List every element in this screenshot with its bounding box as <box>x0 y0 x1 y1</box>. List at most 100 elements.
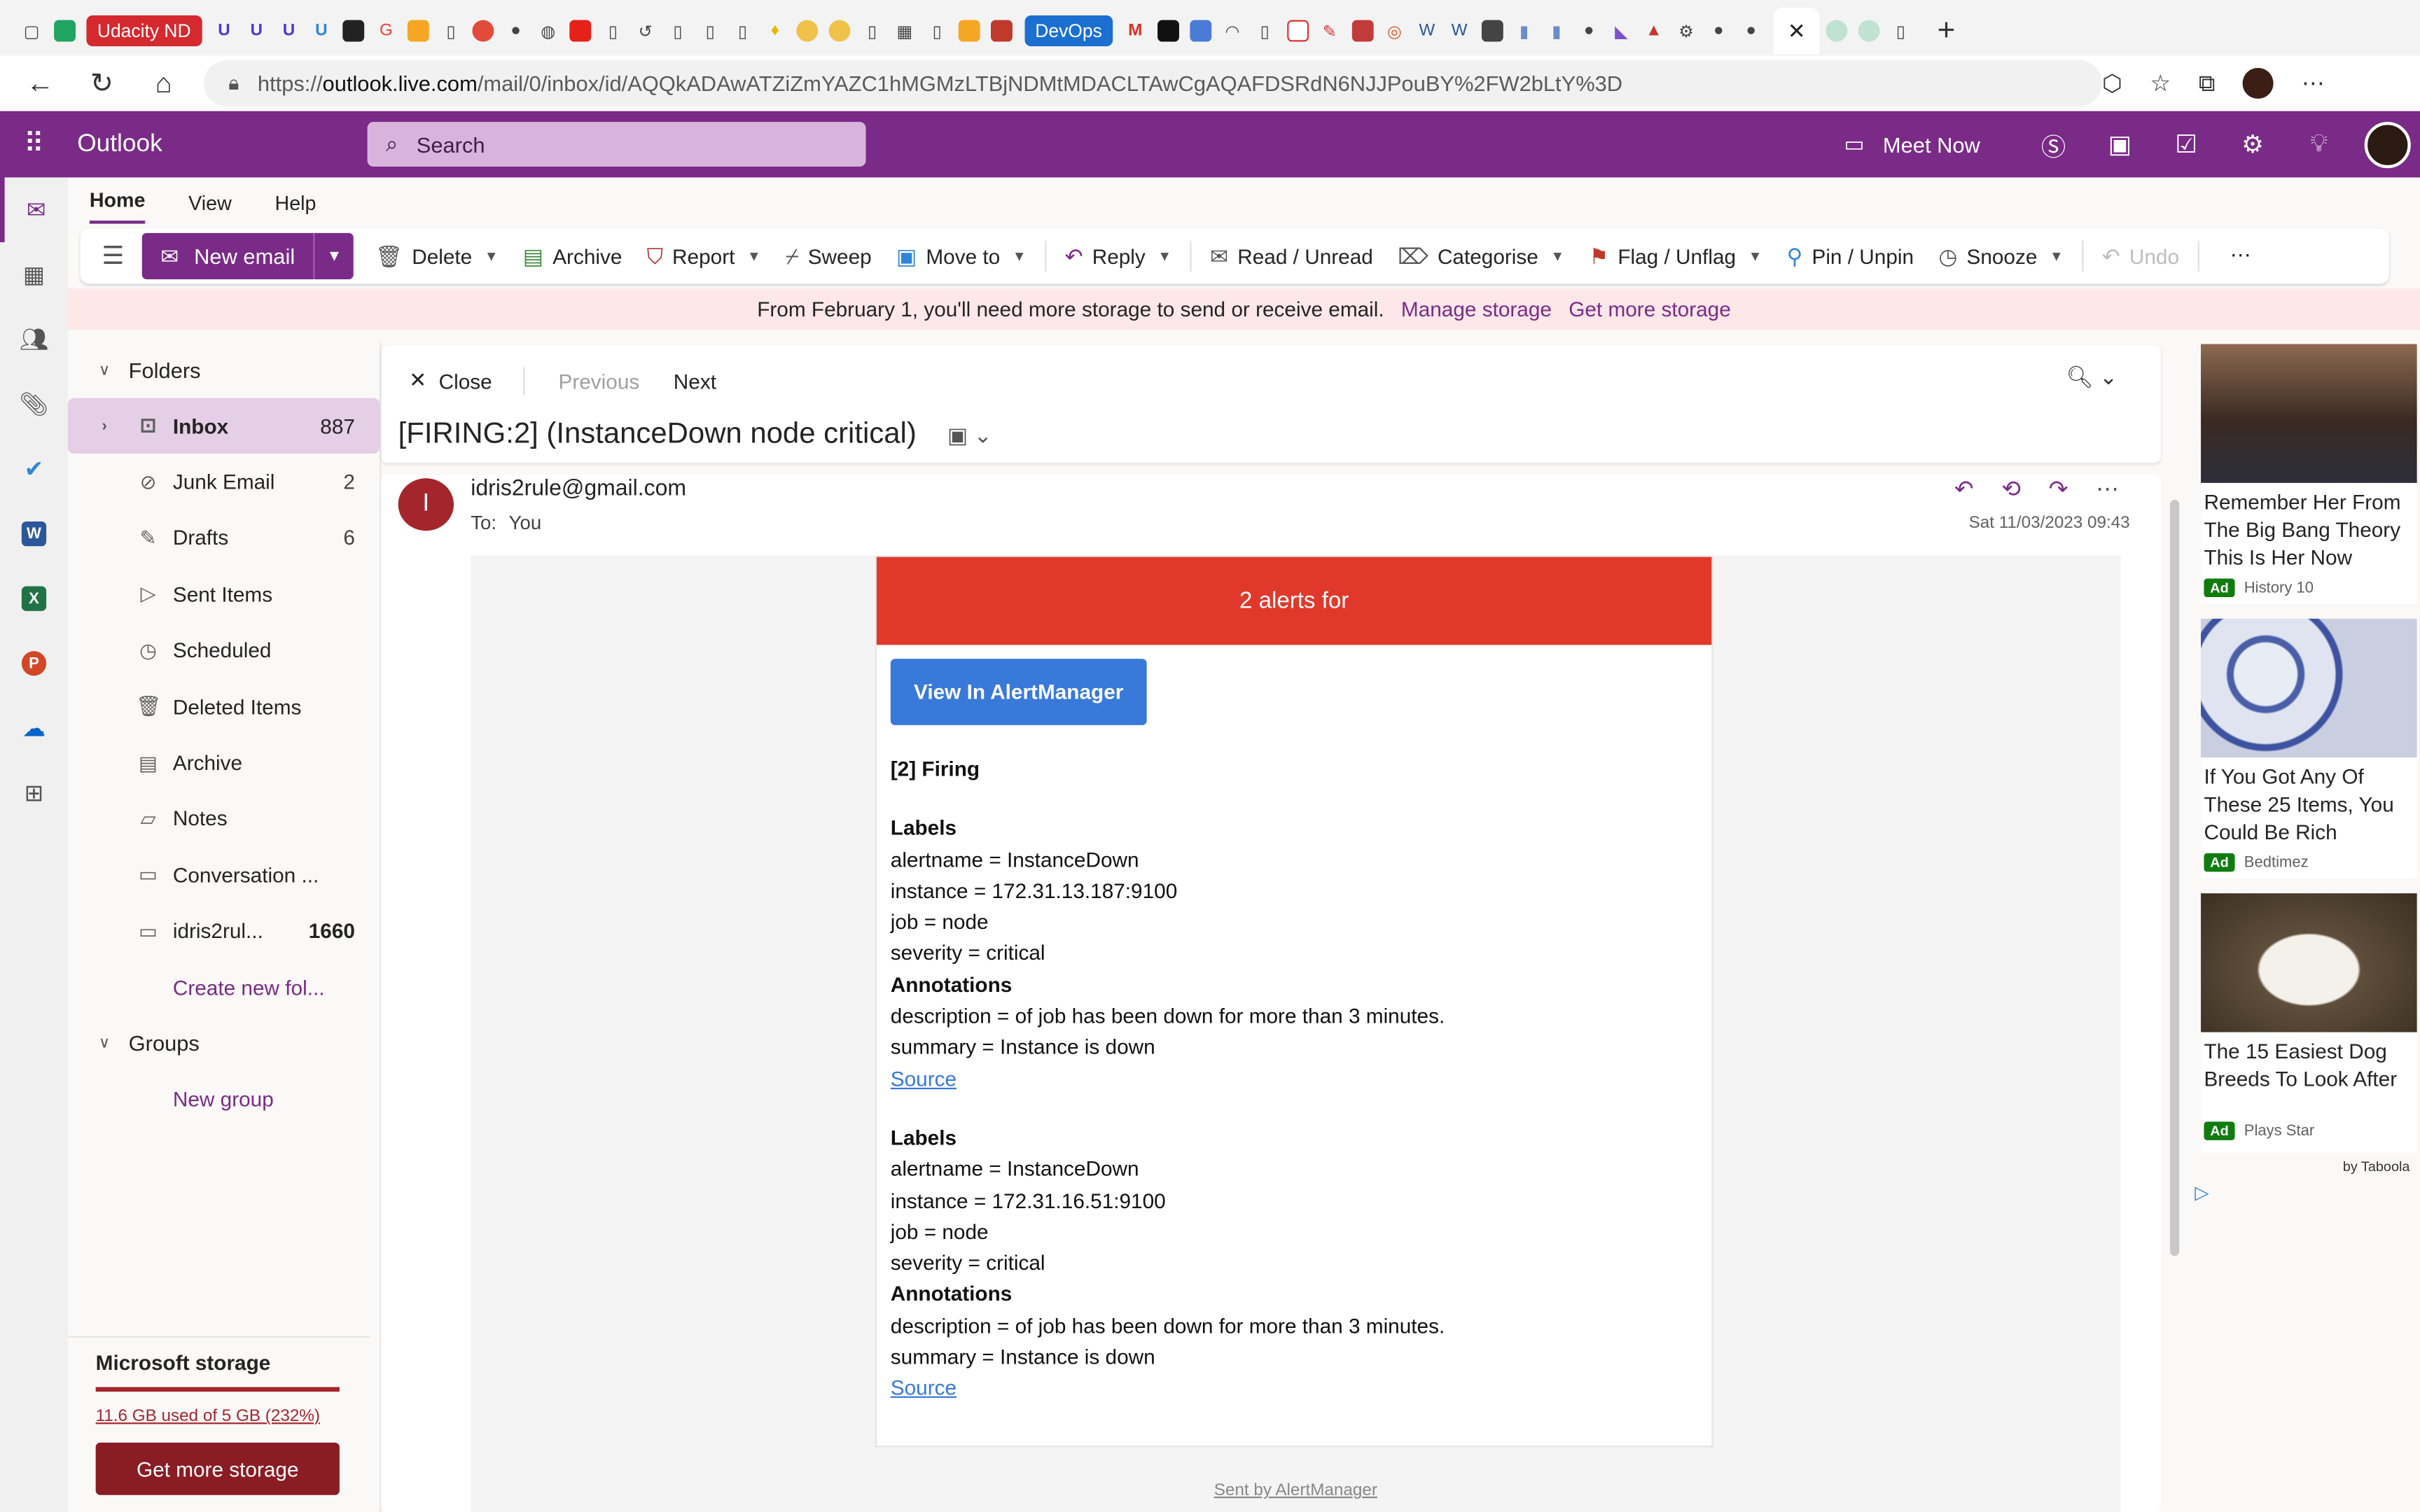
powerpoint-icon[interactable]: P <box>0 631 68 696</box>
tab-page-icon[interactable]: ▯ <box>1884 13 1917 50</box>
folder-junk[interactable]: ⊘ Junk Email 2 <box>68 454 380 510</box>
tab-page-icon[interactable]: ▯ <box>435 13 467 50</box>
tab-page-icon[interactable]: ▯ <box>856 13 889 50</box>
chevron-down-icon[interactable]: ▼ <box>1157 248 1171 264</box>
tab-page-icon[interactable]: ▯ <box>726 13 758 50</box>
tab-active-close-icon[interactable]: ✕ <box>1773 8 1820 55</box>
snooze-button[interactable]: ◷ Snooze ▼ <box>1926 233 2076 279</box>
tab-k-icon[interactable] <box>1151 13 1183 50</box>
tab-github-icon[interactable]: ● <box>1573 13 1605 50</box>
search-input[interactable]: ⌕ Search <box>367 122 866 167</box>
tab-history-icon[interactable]: ↺ <box>630 13 662 50</box>
attachment-icon[interactable]: 📎︎ <box>0 372 68 437</box>
home-icon[interactable]: ⌂ <box>133 59 195 108</box>
tab-help[interactable]: Help <box>275 191 317 223</box>
ad-card[interactable]: If You Got Any Of These 25 Items, You Co… <box>2201 618 2417 878</box>
reply-icon[interactable]: ↶ <box>1954 475 1974 503</box>
settings-icon[interactable]: ⚙ <box>2219 129 2286 160</box>
folders-header[interactable]: ∨ Folders <box>68 342 380 398</box>
chevron-down-icon[interactable]: ▼ <box>485 248 499 264</box>
folder-inbox[interactable]: › ⊡ Inbox 887 <box>67 398 380 454</box>
tab-gmail-icon[interactable]: M <box>1119 13 1151 50</box>
tab-devops[interactable]: DevOps <box>1024 15 1113 47</box>
tab-udacity-icon[interactable]: U <box>208 13 240 50</box>
onedrive-icon[interactable]: ☁ <box>0 696 68 761</box>
chevron-down-icon[interactable]: ▼ <box>747 248 761 264</box>
favorites-icon[interactable]: ☆ <box>2150 69 2171 97</box>
more-apps-icon[interactable]: ⊞ <box>0 761 68 826</box>
tab-box-icon[interactable] <box>403 13 435 50</box>
tab-docs-icon[interactable] <box>1184 13 1216 50</box>
folder-drafts[interactable]: ✎ Drafts 6 <box>68 510 380 566</box>
tips-icon[interactable]: 💡︎ <box>2286 130 2352 158</box>
people-icon[interactable]: 👥︎ <box>0 307 68 372</box>
tab-circle-icon[interactable] <box>823 13 856 50</box>
tab-word-icon[interactable]: W <box>1443 13 1475 50</box>
reply-all-icon[interactable]: ⟲ <box>2001 475 2021 503</box>
report-button[interactable]: ⛉ Report ▼ <box>634 233 773 279</box>
folder-notes[interactable]: ▱ Notes <box>68 791 380 847</box>
folder-scheduled[interactable]: ◷ Scheduled <box>68 622 380 678</box>
my-day-icon[interactable]: ☑ <box>2153 129 2220 160</box>
tab-google-icon[interactable]: G <box>370 13 402 50</box>
undo-button[interactable]: ↶ Undo <box>2089 233 2192 279</box>
new-email-dropdown-icon[interactable]: ▼ <box>313 232 354 279</box>
new-group-link[interactable]: New group <box>68 1071 380 1127</box>
refresh-icon[interactable]: ↻ <box>71 59 132 108</box>
profile-avatar[interactable] <box>2243 67 2274 99</box>
zoom-icon[interactable]: 🔍︎ ⌄ <box>2066 364 2118 390</box>
sweep-button[interactable]: ⌿ Sweep <box>773 233 884 279</box>
new-tab-icon[interactable]: + <box>1923 8 1969 54</box>
account-avatar[interactable] <box>2364 121 2411 168</box>
extensions-icon[interactable]: ⬡ <box>2102 69 2122 97</box>
tab-github-icon[interactable]: ● <box>1702 13 1734 50</box>
tab-github-icon[interactable]: ● <box>499 13 531 50</box>
tab-circle-icon[interactable] <box>1820 13 1852 50</box>
chevron-right-icon[interactable]: › <box>102 418 106 435</box>
tab-triangle-icon[interactable]: ▲ <box>1638 13 1670 50</box>
app-launcher-icon[interactable]: ⠿ <box>0 128 68 160</box>
recipient[interactable]: You <box>509 512 541 534</box>
tab-page-icon[interactable]: ▯ <box>921 13 953 50</box>
tab-mail-icon[interactable]: ◣ <box>1605 13 1637 50</box>
view-in-alertmanager-button[interactable]: View In AlertManager <box>890 659 1147 725</box>
mail-icon[interactable]: ✉ <box>0 177 68 243</box>
tab-page-icon[interactable]: ▯ <box>694 13 726 50</box>
more-actions-icon[interactable]: ⋯ <box>2096 475 2119 503</box>
skype-icon[interactable]: Ⓢ <box>2020 126 2087 163</box>
tab-grid-icon[interactable]: ▦ <box>889 13 921 50</box>
tab-pdf-icon[interactable] <box>1281 13 1314 50</box>
forward-icon[interactable]: ↷ <box>2049 475 2068 503</box>
tab-home[interactable]: Home <box>89 188 146 224</box>
previous-button[interactable]: Previous <box>559 370 640 393</box>
tab-udacity-icon[interactable]: U <box>240 13 272 50</box>
source-link[interactable]: Source <box>891 1064 1445 1096</box>
folder-deleted[interactable]: 🗑︎ Deleted Items <box>68 679 380 735</box>
tab-mic-icon[interactable] <box>467 13 499 50</box>
tab-circle-icon[interactable] <box>791 13 823 50</box>
tab-page-icon[interactable]: ▯ <box>1249 13 1281 50</box>
excel-icon[interactable]: X <box>0 566 68 631</box>
more-commands-icon[interactable]: ⋯ <box>2218 233 2263 279</box>
taboola-credit[interactable]: by Taboola <box>2343 1158 2410 1174</box>
sent-by-link[interactable]: Sent by AlertManager <box>471 1481 2120 1499</box>
tab-sheets-icon[interactable] <box>48 13 80 50</box>
tab-page-icon[interactable]: ▯ <box>597 13 629 50</box>
create-new-folder-link[interactable]: Create new fol... <box>68 960 380 1016</box>
back-icon[interactable]: ← <box>9 59 71 108</box>
source-link[interactable]: Source <box>891 1373 1445 1405</box>
tab-globe-icon[interactable]: ◍ <box>532 13 564 50</box>
tab-page-icon[interactable]: ▯ <box>662 13 694 50</box>
get-more-storage-button[interactable]: Get more storage <box>95 1442 340 1495</box>
tab-pen-icon[interactable]: ✎ <box>1314 13 1346 50</box>
tab-view[interactable]: View <box>188 191 232 223</box>
folder-custom[interactable]: ▭ idris2rul... 1660 <box>68 904 380 960</box>
tab-pdf-icon[interactable] <box>1346 13 1378 50</box>
more-icon[interactable]: ⋯ <box>2302 69 2325 97</box>
chevron-down-icon[interactable]: ▼ <box>1013 248 1027 264</box>
tab-list-icon[interactable]: ▢ <box>15 13 48 50</box>
read-unread-button[interactable]: ✉ Read / Unread <box>1198 233 1386 279</box>
close-button[interactable]: ✕ Close <box>409 369 492 393</box>
todo-icon[interactable]: ✔ <box>0 437 68 502</box>
hamburger-icon[interactable]: ☰ <box>102 241 124 272</box>
